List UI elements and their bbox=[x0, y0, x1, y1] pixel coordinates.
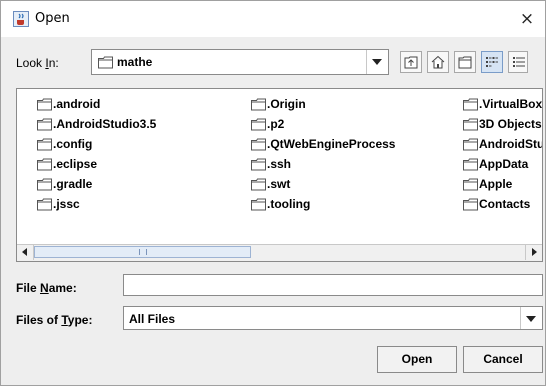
file-type-value: All Files bbox=[129, 312, 176, 326]
details-view-button[interactable] bbox=[508, 51, 528, 73]
folder-icon bbox=[463, 118, 478, 131]
scroll-left-button[interactable] bbox=[17, 245, 34, 260]
new-folder-button[interactable] bbox=[454, 51, 476, 73]
home-icon bbox=[431, 55, 445, 69]
folder-icon bbox=[251, 98, 266, 111]
close-icon: × bbox=[519, 9, 535, 29]
look-in-dropdown-button[interactable] bbox=[366, 50, 388, 74]
close-button[interactable]: × bbox=[509, 1, 545, 37]
folder-icon bbox=[463, 158, 478, 171]
file-name: .config bbox=[53, 137, 93, 151]
file-name: Contacts bbox=[479, 197, 531, 211]
java-cup-icon bbox=[13, 11, 29, 27]
folder-icon bbox=[37, 158, 52, 171]
file-name: Apple bbox=[479, 177, 513, 191]
file-name: .swt bbox=[267, 177, 291, 191]
file-name: 3D Objects bbox=[479, 117, 542, 131]
folder-icon bbox=[37, 98, 52, 111]
file-list[interactable]: .android .AndroidStudio3.5 .config .eclipse… bbox=[16, 88, 543, 262]
look-in-label: Look In: bbox=[16, 56, 59, 70]
cancel-button[interactable]: Cancel bbox=[463, 346, 543, 373]
folder-icon bbox=[251, 158, 266, 171]
file-name: .Origin bbox=[267, 97, 306, 111]
folder-icon bbox=[251, 198, 266, 211]
file-name: .tooling bbox=[267, 197, 311, 211]
file-name: .jssc bbox=[53, 197, 80, 211]
details-view-icon bbox=[513, 57, 525, 67]
file-name-label: File Name: bbox=[16, 281, 77, 295]
folder-icon bbox=[98, 56, 113, 69]
list-view-icon bbox=[486, 57, 498, 67]
open-button[interactable]: Open bbox=[377, 346, 457, 373]
folder-icon bbox=[37, 178, 52, 191]
grip-icon bbox=[139, 249, 147, 255]
horizontal-scrollbar[interactable] bbox=[17, 244, 542, 261]
file-name: .AndroidStudio3.5 bbox=[53, 117, 157, 131]
file-name-input[interactable] bbox=[123, 274, 543, 296]
file-name: .eclipse bbox=[53, 157, 98, 171]
folder-icon bbox=[251, 138, 266, 151]
file-type-label: Files of Type: bbox=[16, 313, 93, 327]
folder-icon bbox=[251, 178, 266, 191]
window-title: Open bbox=[35, 11, 70, 26]
folder-icon bbox=[463, 98, 478, 111]
file-name: AndroidStudioProjects bbox=[479, 137, 543, 151]
folder-icon bbox=[463, 138, 478, 151]
up-one-level-icon bbox=[404, 56, 418, 69]
look-in-value: mathe bbox=[117, 55, 153, 69]
open-dialog: Open × Look In: mathe .android .AndroidS… bbox=[0, 0, 546, 386]
scrollbar-thumb[interactable] bbox=[34, 246, 251, 258]
folder-icon bbox=[251, 118, 266, 131]
home-button[interactable] bbox=[427, 51, 449, 73]
scroll-right-button[interactable] bbox=[525, 245, 542, 260]
folder-icon bbox=[37, 118, 52, 131]
list-view-button[interactable] bbox=[481, 51, 503, 73]
title-bar[interactable]: Open × bbox=[1, 1, 545, 37]
file-type-combo[interactable]: All Files bbox=[123, 306, 543, 330]
new-folder-icon bbox=[458, 56, 472, 69]
folder-icon bbox=[463, 178, 478, 191]
folder-icon bbox=[37, 138, 52, 151]
up-one-level-button[interactable] bbox=[400, 51, 422, 73]
file-name: .gradle bbox=[53, 177, 93, 191]
file-name: .QtWebEngineProcess bbox=[267, 137, 396, 151]
file-name: AppData bbox=[479, 157, 529, 171]
file-name: .android bbox=[53, 97, 101, 111]
file-name: .p2 bbox=[267, 117, 285, 131]
look-in-combo[interactable]: mathe bbox=[91, 49, 389, 75]
file-type-dropdown-button[interactable] bbox=[520, 307, 542, 329]
folder-icon bbox=[463, 198, 478, 211]
file-name: .VirtualBox bbox=[479, 97, 543, 111]
file-name: .ssh bbox=[267, 157, 292, 171]
folder-icon bbox=[37, 198, 52, 211]
